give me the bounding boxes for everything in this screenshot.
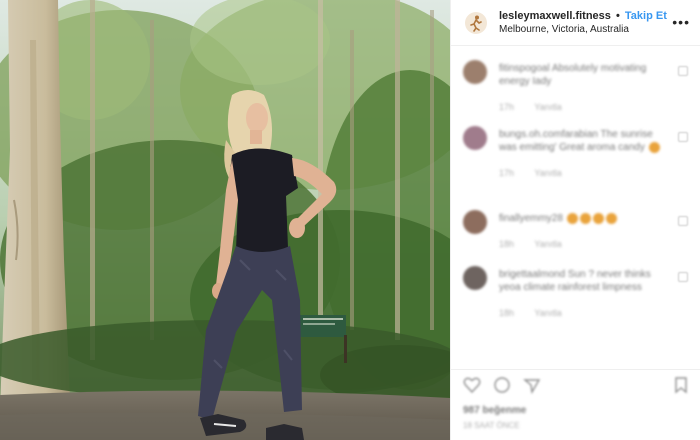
comment-icon[interactable] [493, 376, 511, 394]
comment-meta: 18h Yanıtla [499, 239, 672, 249]
likes-count[interactable]: 987 beğenme [463, 405, 526, 416]
comment-time: 17h [499, 168, 515, 178]
emoji-icon [566, 212, 578, 224]
forest-scene-image [0, 0, 450, 440]
bookmark-icon[interactable] [672, 376, 690, 394]
emoji-icon [605, 212, 617, 224]
commenter-avatar[interactable] [463, 210, 487, 234]
commenter-avatar[interactable] [463, 60, 487, 84]
emoji-icon [592, 212, 604, 224]
comment-text-content: bungs.oh.comfarabian The sunrise was emi… [499, 129, 653, 153]
commenter-avatar[interactable] [463, 126, 487, 150]
like-comment-icon[interactable] [678, 132, 688, 142]
comment-text: fitinspogoal Absolutely motivating energ… [499, 63, 647, 87]
reply-button[interactable]: Yanıtla [534, 308, 561, 318]
user-block: lesleymaxwell.fitness • Takip Et Melbour… [499, 9, 690, 37]
reply-button[interactable]: Yanıtla [534, 168, 561, 178]
running-figure-icon [470, 15, 482, 32]
comment-meta: 17h Yanıtla [499, 102, 672, 112]
comment-meta: 18h Yanıtla [499, 308, 672, 318]
comment-time: 18h [499, 308, 515, 318]
comment-meta: 17h Yanıtla [499, 168, 672, 178]
share-icon[interactable] [523, 376, 541, 394]
post-header: lesleymaxwell.fitness • Takip Et Melbour… [451, 0, 700, 46]
more-options-icon[interactable]: ••• [672, 14, 690, 30]
comment-text: brigettaalmond Sun ? never thinks yeoa c… [499, 269, 651, 293]
avatar[interactable] [465, 11, 487, 34]
emoji-icon [579, 212, 591, 224]
location-link[interactable]: Melbourne, Victoria, Australia [499, 23, 690, 37]
like-comment-icon[interactable] [678, 272, 688, 282]
heart-icon[interactable] [463, 376, 481, 394]
post-photo[interactable] [0, 0, 450, 440]
like-comment-icon[interactable] [678, 216, 688, 226]
post-date: 18 SAAT ÖNCE [463, 421, 520, 430]
reply-button[interactable]: Yanıtla [534, 239, 561, 249]
emoji-icon [648, 141, 660, 153]
post-action-bar [451, 369, 700, 400]
comment-time: 18h [499, 239, 515, 249]
comment-text: finallyemmy28 [499, 212, 672, 225]
follow-button[interactable]: Takip Et [625, 10, 667, 22]
post-sidebar: lesleymaxwell.fitness • Takip Et Melbour… [450, 0, 700, 440]
comments-list: fitinspogoal Absolutely motivating energ… [451, 46, 700, 360]
comment-time: 17h [499, 102, 515, 112]
reply-button[interactable]: Yanıtla [534, 102, 561, 112]
comment-text-content: finallyemmy28 [499, 213, 563, 224]
username-link[interactable]: lesleymaxwell.fitness [499, 10, 611, 22]
commenter-avatar[interactable] [463, 266, 487, 290]
separator-dot: • [615, 9, 620, 22]
comment-text: bungs.oh.comfarabian The sunrise was emi… [499, 128, 672, 154]
like-comment-icon[interactable] [678, 66, 688, 76]
